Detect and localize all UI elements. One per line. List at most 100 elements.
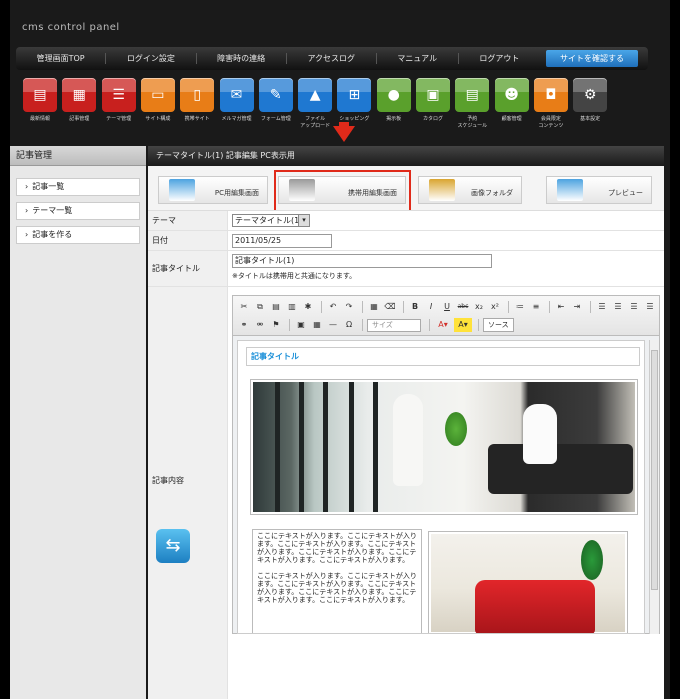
nav-item-login-settings[interactable]: ログイン設定 [106, 53, 197, 64]
module-label: メルマガ管理 [221, 116, 252, 122]
article-form: テーマ テーマタイトル(1) 日付 2011/05/25 記事タイトル 記事タイ… [148, 210, 664, 699]
copy-icon[interactable]: ⧉ [253, 300, 267, 314]
article-text-block: ここにテキストが入ります。ここにテキストが入ります。ここにテキストが入ります。こ… [252, 529, 422, 633]
nav-item-access-log[interactable]: アクセスログ [287, 53, 377, 64]
spellcheck-icon[interactable]: ✱ [301, 300, 315, 314]
module-customer-button[interactable]: ☻ 顧客管理 [492, 78, 532, 123]
module-theme-button[interactable]: ☰ テーマ管理 [99, 78, 139, 123]
nav-item-fault-contact[interactable]: 障害時の連絡 [197, 53, 287, 64]
module-bbs-button[interactable]: ● 掲示板 [374, 78, 414, 123]
module-news-button[interactable]: ▤ 最新情報 [20, 78, 60, 123]
subscript-icon[interactable]: x₂ [472, 300, 486, 314]
superscript-icon[interactable]: x² [488, 300, 502, 314]
rich-text-editor: ✂ ⧉ ▤ ▥ ✱ ↶ ↷ ▦ ⌫ B I U abc x₂ x² ≔ ≡ ⇤ … [232, 295, 660, 634]
module-article-button[interactable]: ▦ 記事管理 [59, 78, 99, 123]
preview-magnifier-icon [557, 179, 583, 201]
article-icon: ▦ [62, 78, 97, 112]
align-justify-icon[interactable]: ☰ [643, 300, 657, 314]
align-center-icon[interactable]: ☰ [611, 300, 625, 314]
news-icon: ▤ [23, 78, 57, 112]
theme-select[interactable]: テーマタイトル(1) [232, 214, 310, 227]
schedule-icon: ▤ [455, 78, 490, 112]
image-icon[interactable]: ▣ [294, 318, 308, 332]
module-mobile-site-button[interactable]: ▯ 携帯サイト [177, 78, 217, 123]
strikethrough-icon[interactable]: abc [456, 300, 470, 314]
link-icon[interactable]: ⚭ [237, 318, 251, 332]
gear-icon: ⚙ [573, 78, 608, 112]
align-left-icon[interactable]: ☰ [595, 300, 609, 314]
horizontal-rule-icon[interactable]: — [326, 318, 340, 332]
convert-mobile-icon[interactable]: ⇆ [156, 529, 190, 563]
editor-scrollbar[interactable] [649, 340, 659, 634]
italic-icon[interactable]: I [424, 300, 438, 314]
title-input[interactable]: 記事タイトル(1) [232, 254, 492, 268]
font-size-select[interactable]: サイズ [367, 318, 421, 332]
catalog-icon: ▣ [416, 78, 450, 112]
indent-icon[interactable]: ⇥ [570, 300, 584, 314]
eraser-icon[interactable]: ⌫ [383, 300, 397, 314]
module-schedule-button[interactable]: ▤ 予約 スケジュール [452, 78, 492, 130]
view-site-button[interactable]: サイトを確認する [545, 50, 638, 67]
module-shopping-button[interactable]: ⊞ ショッピング [334, 78, 374, 123]
table-icon[interactable]: ▦ [310, 318, 324, 332]
top-nav: 管理画面TOP ログイン設定 障害時の連絡 アクセスログ マニュアル ログアウト… [16, 47, 648, 70]
align-right-icon[interactable]: ☰ [627, 300, 641, 314]
module-label: 最新情報 [29, 116, 50, 122]
content-label: 記事内容 [148, 287, 228, 699]
module-file-upload-button[interactable]: ▲ ファイル アップロード [295, 78, 335, 130]
customer-icon: ☻ [494, 78, 529, 112]
select-all-icon[interactable]: ▦ [367, 300, 381, 314]
background-color-icon[interactable]: A▾ [454, 318, 472, 332]
folder-icon [429, 179, 455, 201]
pointer-arrow-icon [333, 126, 355, 142]
redo-icon[interactable]: ↷ [342, 300, 356, 314]
nav-item-logout[interactable]: ログアウト [459, 53, 540, 64]
date-input[interactable]: 2011/05/25 [232, 234, 332, 248]
article-heading: 記事タイトル [246, 347, 640, 366]
undo-icon[interactable]: ↶ [326, 300, 340, 314]
paste-icon[interactable]: ▤ [269, 300, 283, 314]
module-form-button[interactable]: ✎ フォーム管理 [256, 78, 296, 123]
toolbar-separator [362, 319, 363, 331]
article-paragraph: ここにテキストが入ります。ここにテキストが入ります。ここにテキストが入ります。こ… [257, 572, 417, 604]
text-color-icon[interactable]: A▾ [434, 318, 452, 332]
editor-content-area[interactable]: 記事タイトル ここにテキストが入ります。ここにテキストが入ります。ここにテキスト… [237, 340, 645, 634]
module-mail-button[interactable]: ✉ メルマガ管理 [217, 78, 257, 123]
module-catalog-button[interactable]: ▣ カタログ [413, 78, 453, 123]
page-title: テーマタイトル(1) 記事編集 PC表示用 [148, 146, 664, 166]
module-label: ファイル アップロード [300, 116, 331, 129]
nav-item-manual[interactable]: マニュアル [377, 53, 459, 64]
tab-preview[interactable]: プレビュー [546, 176, 652, 204]
nav-item-top[interactable]: 管理画面TOP [16, 53, 107, 64]
ordered-list-icon[interactable]: ≔ [513, 300, 527, 314]
tab-image-folder[interactable]: 画像フォルダ [418, 176, 522, 204]
bbs-icon: ● [376, 78, 411, 112]
source-button[interactable]: ソース [483, 318, 514, 332]
bold-icon[interactable]: B [408, 300, 422, 314]
underline-icon[interactable]: U [440, 300, 454, 314]
module-label: 顧客管理 [501, 116, 522, 122]
special-char-icon[interactable]: Ω [342, 318, 356, 332]
sidebar-item-theme-list[interactable]: テーマ一覧 [16, 202, 140, 220]
tab-label: プレビュー [608, 189, 643, 197]
unlink-icon[interactable]: ⚮ [253, 318, 267, 332]
module-site-structure-button[interactable]: ▭ サイト構成 [138, 78, 178, 123]
anchor-flag-icon[interactable]: ⚑ [269, 318, 283, 332]
cut-icon[interactable]: ✂ [237, 300, 251, 314]
sidebar-title: 記事管理 [10, 146, 146, 166]
outdent-icon[interactable]: ⇤ [554, 300, 568, 314]
toolbar-separator [289, 319, 290, 331]
scrollbar-thumb[interactable] [651, 350, 658, 590]
module-member-lock-button[interactable]: ◘ 会員限定 コンテンツ [531, 78, 571, 130]
module-label: 基本設定 [580, 116, 601, 122]
tab-pc-edit[interactable]: PC用編集画面 [158, 176, 268, 204]
toolbar-separator [549, 301, 550, 313]
sidebar-item-article-list[interactable]: 記事一覧 [16, 178, 140, 196]
paste-text-icon[interactable]: ▥ [285, 300, 299, 314]
module-gear-button[interactable]: ⚙ 基本設定 [570, 78, 610, 123]
module-label: 掲示板 [386, 116, 402, 122]
sidebar-item-create-article[interactable]: 記事を作る [16, 226, 140, 244]
file-upload-icon: ▲ [298, 78, 333, 112]
tab-label: 画像フォルダ [471, 189, 513, 197]
bullet-list-icon[interactable]: ≡ [529, 300, 543, 314]
